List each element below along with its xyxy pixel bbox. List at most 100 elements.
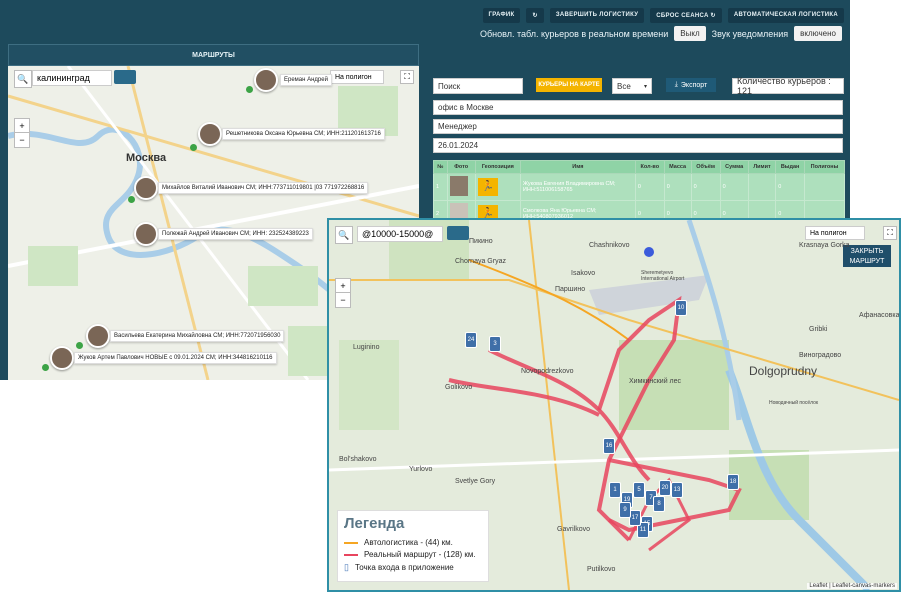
place-label: Chornaya Gryaz [455,258,506,265]
legend-swatch [344,553,358,556]
col-geo[interactable]: Геопозиция [474,160,521,174]
search-icon[interactable]: 🔍 [14,70,32,88]
entry-point-marker[interactable]: 24 [465,332,477,348]
col-issued[interactable]: Выдан [775,160,805,174]
place-label: Chashnikovo [589,242,630,249]
place-label: Lugininо [353,344,380,351]
place-label: Putilkovo [587,566,616,573]
legend-item-real: Реальный маршрут - (128) км. [344,550,482,559]
col-num[interactable]: № [433,160,448,174]
legend-label: Точка входа в приложение [354,563,454,572]
col-polygons[interactable]: Полигоны [803,160,846,174]
couriers-on-map-button[interactable]: КУРЬЕРЫ НА КАРТЕ [536,78,602,92]
legend-swatch [344,541,358,544]
col-photo[interactable]: Фото [446,160,476,174]
courier-label[interactable]: Жуков Артем Павлович НОВЫЕ с 09.01.2024 … [74,352,277,364]
filter-value: Все [617,81,631,91]
map-layers-button[interactable] [447,226,469,240]
map-layers-button[interactable] [114,70,136,84]
courier-search-input[interactable]: Поиск [433,78,523,94]
entry-point-marker[interactable]: 5 [633,482,645,498]
place-label: Gribki [809,326,828,333]
cell-geo: 🏃 [474,173,521,201]
entry-point-marker[interactable]: 10 [675,300,687,316]
place-label: Svetlye Gory [455,478,496,485]
entry-point-marker[interactable]: 9 [619,502,631,518]
route-legend: Легенда Автологистика - (44) км. Реальны… [337,510,489,582]
courier-label[interactable]: Михайлов Виталий Иванович СМ; ИНН:773711… [158,182,369,194]
routes-header[interactable]: МАРШРУТЫ [8,44,419,66]
auto-logistics-button[interactable]: АВТОМАТИЧЕСКАЯ ЛОГИСТИКА [727,8,844,23]
courier-label[interactable]: Васильева Екатерина Михайловна СМ; ИНН:7… [110,330,285,342]
role-field[interactable]: Менеджер [433,119,843,134]
polygon-select[interactable]: На полигон [330,70,384,84]
courier-avatar[interactable] [198,122,222,146]
map-attribution[interactable]: Leaflet | Leaflet-canvas-markers [807,583,897,589]
courier-avatar[interactable] [254,68,278,92]
filter-select[interactable]: Все ▾ [612,78,652,94]
cell-sum: 0 [719,173,749,201]
fullscreen-icon[interactable]: ⛶ [400,70,414,84]
fullscreen-icon[interactable]: ⛶ [883,226,897,240]
entry-point-marker[interactable]: 20 [659,480,671,496]
realtime-controls: Обновл. табл. курьеров в реальном времен… [480,26,842,41]
place-label: Sheremetyevo International Airport [641,270,685,282]
col-limit[interactable]: Лимит [747,160,777,174]
courier-avatar[interactable] [50,346,74,370]
place-label: Dolgoprudny [749,364,818,378]
col-qty[interactable]: Кол-во [634,160,665,174]
entry-point-marker[interactable]: 18 [727,474,739,490]
date-field[interactable]: 26.01.2024 [433,138,843,153]
reset-session-button[interactable]: СБРОС СЕАНСА ↻ [650,8,722,23]
legend-title: Легенда [344,515,405,532]
cell-num: 1 [433,173,448,201]
courier-label[interactable]: Полежай Андрей Иванович СМ; ИНН: 2325243… [158,228,313,240]
polygon-select[interactable]: На полигон [805,226,865,240]
place-label: Пикино [469,238,493,245]
courier-label[interactable]: Решетникова Оксана Юрьевна СМ; ИНН:21120… [222,128,385,140]
cell-polygons [803,173,846,201]
col-vol[interactable]: Объём [690,160,721,174]
route-map[interactable]: 🔍 @10000-15000@ + − На полигон ⛶ ЗАКРЫТЬ… [327,218,901,592]
entry-point-marker[interactable]: 1 [609,482,621,498]
cell-vol: 0 [690,173,721,201]
search-icon[interactable]: 🔍 [335,226,353,244]
courier-dot[interactable] [128,196,135,203]
courier-label[interactable]: Ереман Андрей [280,74,332,86]
runner-icon[interactable]: 🏃 [477,178,498,196]
chevron-down-icon: ▾ [643,83,647,90]
courier-dot[interactable] [246,86,253,93]
courier-avatar[interactable] [86,324,110,348]
zoom-out-button[interactable]: − [335,292,351,308]
schedule-button[interactable]: ГРАФИК [482,8,521,23]
col-sum[interactable]: Сумма [719,160,749,174]
col-name[interactable]: Имя [519,160,636,174]
finish-logistics-button[interactable]: ЗАВЕРШИТЬ ЛОГИСТИКУ [549,8,645,23]
place-label: Isakovo [571,270,596,277]
entry-point-marker[interactable]: 16 [603,438,615,454]
city-label: Москва [126,152,167,164]
place-label: Новодачный посёлок [769,400,819,406]
realtime-toggle[interactable]: Выкл [674,26,706,41]
office-field[interactable]: офис в Москве [433,100,843,115]
route-search-input[interactable]: @10000-15000@ [357,226,443,242]
courier-dot[interactable] [42,364,49,371]
entry-point-marker[interactable]: 13 [671,482,683,498]
table-row[interactable]: 1 🏃 Жукова Евгения Владимировна СМ; ИНН:… [433,173,846,201]
refresh-button[interactable]: ↻ [526,8,544,23]
export-button[interactable]: ⤓ Экспорт [666,78,716,92]
map-search-input[interactable]: калининград [32,70,112,86]
courier-photo [449,176,468,196]
courier-avatar[interactable] [134,222,158,246]
place-label: Krasnaya Gorka [799,242,850,249]
place-label: Химкинский лес [629,378,682,385]
courier-dot[interactable] [76,342,83,349]
sound-toggle[interactable]: включено [794,26,842,41]
courier-dot[interactable] [190,144,197,151]
entry-point-marker[interactable]: 3 [489,336,501,352]
courier-avatar[interactable] [134,176,158,200]
close-route-button[interactable]: ЗАКРЫТЬ МАРШРУТ [843,245,891,267]
col-mass[interactable]: Масса [663,160,692,174]
zoom-out-button[interactable]: − [14,132,30,148]
entry-point-marker[interactable]: 8 [653,496,665,512]
